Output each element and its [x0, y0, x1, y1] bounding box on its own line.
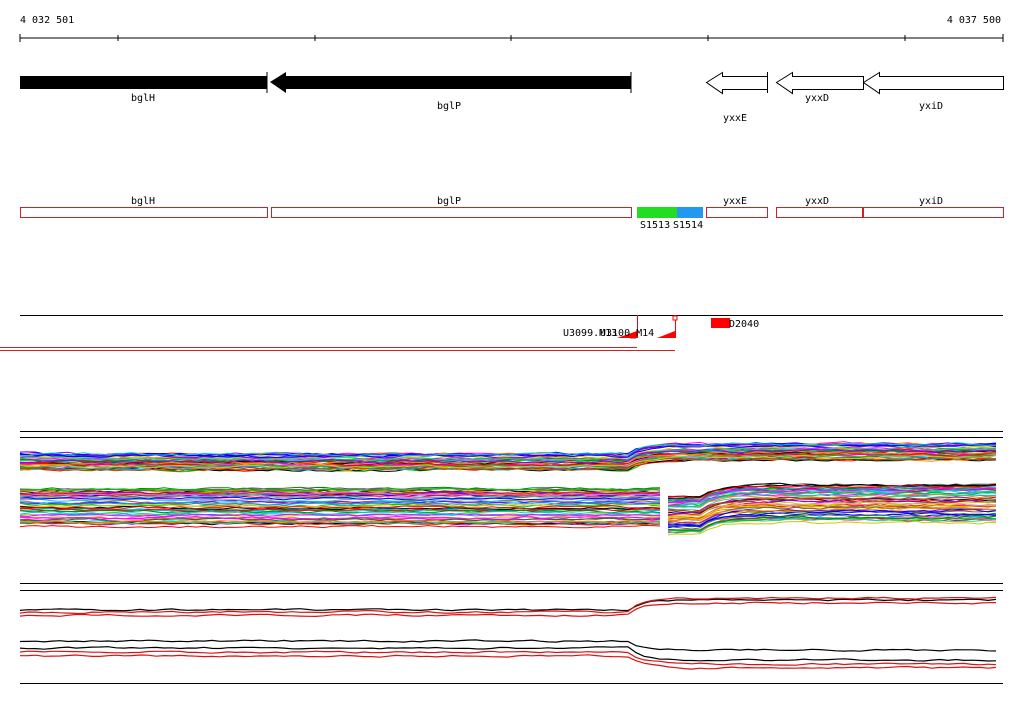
site-label-D2040: D2040	[729, 319, 759, 330]
annotation-box-yxxE[interactable]: yxxE	[706, 196, 768, 218]
gene-label-yxxE: yxxE	[723, 113, 747, 124]
summary-lines	[19, 596, 997, 670]
annotation-label-yxxD: yxxD	[805, 196, 829, 207]
coordinate-ruler: 4 032 501 4 037 500	[19, 15, 1004, 42]
annotation-label-yxiD: yxiD	[919, 196, 943, 207]
segment-S1513[interactable]: S1513	[637, 207, 677, 231]
gene-track: bglH bglP yxxE yxxD yxiD	[20, 71, 1004, 124]
gene-arrow-yxxE[interactable]: yxxE	[705, 71, 768, 124]
annotation-box-yxxD[interactable]: yxxD	[776, 196, 863, 218]
annotation-track: bglH bglP S1513 S1514 yxxE yxxD yxiD	[20, 196, 1004, 231]
profile-track	[19, 431, 1003, 536]
summary-line	[19, 650, 997, 666]
profile-lines	[19, 441, 997, 536]
gene-arrow-bglP[interactable]: bglP	[270, 72, 632, 112]
profile-line	[667, 517, 997, 534]
site-track: U3099.M13 U3100_M14 D2040	[0, 315, 1003, 351]
segment-label-S1513: S1513	[640, 220, 670, 231]
annotation-label-yxxE: yxxE	[723, 196, 747, 207]
ruler-start-label: 4 032 501	[20, 15, 74, 26]
summary-track	[19, 583, 1003, 684]
annotation-box-bglP[interactable]: bglP	[271, 196, 632, 218]
gene-label-bglP: bglP	[437, 101, 461, 112]
annotation-box-bglH[interactable]: bglH	[20, 196, 268, 218]
gene-label-yxxD: yxxD	[805, 93, 829, 104]
summary-line	[19, 646, 997, 662]
gene-arrow-yxiD[interactable]: yxiD	[862, 71, 1004, 113]
summary-line	[19, 598, 997, 612]
genome-browser: 4 032 501 4 037 500 bglH bglP yxxE yxxD …	[0, 15, 1004, 684]
profile-line	[667, 517, 997, 534]
segment-S1514[interactable]: S1514	[673, 207, 703, 231]
summary-line	[19, 654, 997, 670]
profile-line	[19, 524, 661, 529]
segment-label-S1514: S1514	[673, 220, 703, 231]
annotation-box-yxiD[interactable]: yxiD	[863, 196, 1004, 218]
annotation-label-bglH: bglH	[131, 196, 155, 207]
site-label-U3100: U3100_M14	[600, 328, 654, 339]
ruler-end-label: 4 037 500	[947, 15, 1001, 26]
gene-arrow-yxxD[interactable]: yxxD	[775, 71, 864, 105]
summary-line	[19, 639, 997, 652]
gene-arrow-bglH[interactable]: bglH	[20, 72, 268, 104]
gene-label-bglH: bglH	[131, 93, 155, 104]
gene-label-yxiD: yxiD	[919, 101, 943, 112]
site-U3100[interactable]: U3100_M14	[600, 315, 678, 339]
site-D2040[interactable]: D2040	[711, 318, 759, 330]
annotation-label-bglP: bglP	[437, 196, 461, 207]
